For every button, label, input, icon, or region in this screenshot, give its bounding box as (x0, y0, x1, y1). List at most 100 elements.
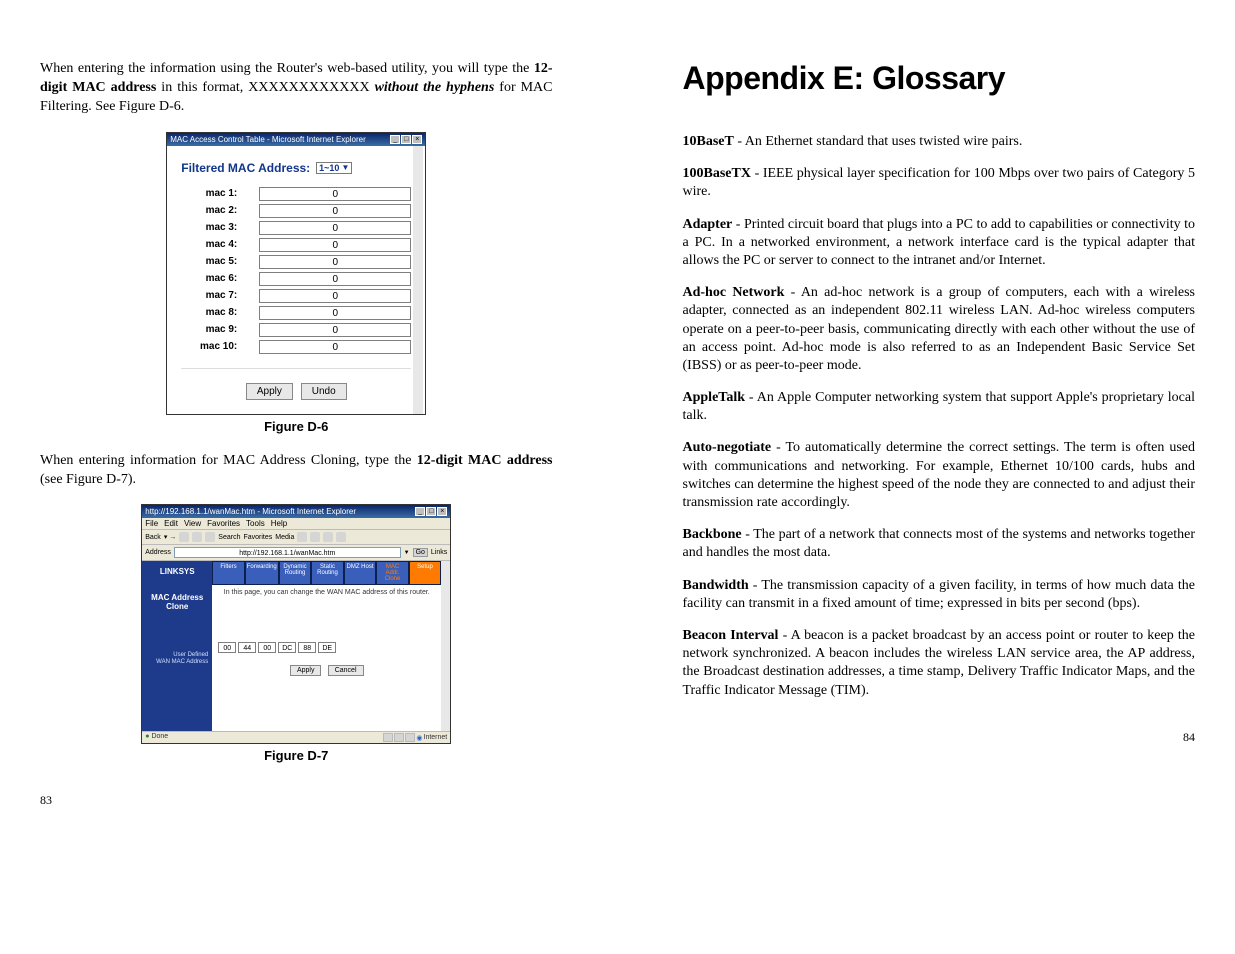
linksys-main: Filters Forwarding Dynamic Routing Stati… (212, 561, 441, 731)
mac-octet-input[interactable]: 44 (238, 642, 256, 653)
sidebar-sub2: WAN MAC Address (146, 659, 208, 666)
page-left: When entering the information using the … (40, 60, 563, 808)
go-button[interactable]: Go (413, 548, 428, 557)
menu-tools[interactable]: Tools (246, 519, 265, 528)
glossary-term: 10BaseT (683, 134, 734, 149)
mac-octet-input[interactable]: 00 (218, 642, 236, 653)
apply-button[interactable]: Apply (290, 665, 322, 676)
tab-filters[interactable]: Filters (212, 561, 245, 585)
tab-dynamic-routing[interactable]: Dynamic Routing (279, 561, 312, 585)
tab-static-routing[interactable]: Static Routing (311, 561, 344, 585)
ie7-addressbar: Address http://192.168.1.1/wanMac.htm ▼ … (142, 545, 450, 561)
ie-title-text: MAC Access Control Table - Microsoft Int… (170, 135, 365, 144)
page-description: In this page, you can change the WAN MAC… (212, 585, 441, 606)
figure-d7-wrap: http://192.168.1.1/wanMac.htm - Microsof… (40, 504, 553, 763)
mac-label: mac 3: (181, 222, 259, 233)
ie7-statusbar: ● Done ◉ Internet (142, 731, 450, 743)
tab-setup[interactable]: Setup (409, 561, 442, 585)
mac-row: mac 8:0 (181, 306, 411, 320)
ie7-window-controls: _ □ × (415, 507, 447, 516)
appendix-title: Appendix E: Glossary (683, 60, 1196, 97)
minimize-icon[interactable]: _ (390, 135, 400, 144)
menu-view[interactable]: View (184, 519, 201, 528)
media-button[interactable]: Media (275, 534, 294, 541)
glossary-entry: Bandwidth - The transmission capacity of… (683, 577, 1196, 613)
address-input[interactable]: http://192.168.1.1/wanMac.htm (174, 547, 401, 558)
status-done: ● Done (145, 733, 168, 742)
home-icon[interactable] (205, 532, 215, 542)
history-icon[interactable] (297, 532, 307, 542)
menu-help[interactable]: Help (271, 519, 287, 528)
mac-octet-input[interactable]: 00 (258, 642, 276, 653)
glossary-entry: 100BaseTX - IEEE physical layer specific… (683, 165, 1196, 201)
range-value: 1~10 (319, 163, 339, 173)
mac-octet-input[interactable]: DE (318, 642, 336, 653)
tab-forwarding[interactable]: Forwarding (245, 561, 279, 585)
glossary-entry: Ad-hoc Network - An ad-hoc network is a … (683, 284, 1196, 375)
para2-post: (see Figure D-7). (40, 472, 136, 487)
search-button[interactable]: Search (218, 534, 240, 541)
page-number-right: 84 (683, 730, 1196, 745)
ie7-menubar: File Edit View Favorites Tools Help (142, 518, 450, 530)
menu-favorites[interactable]: Favorites (207, 519, 240, 528)
mac-label: mac 9: (181, 324, 259, 335)
maximize-icon[interactable]: □ (401, 135, 411, 144)
mac-row: mac 4:0 (181, 238, 411, 252)
range-select[interactable]: 1~10 ▼ (316, 162, 352, 174)
intro-mid: in this format, XXXXXXXXXXXX (156, 80, 374, 95)
tab-dmz-host[interactable]: DMZ Host (344, 561, 377, 585)
glossary-entry: Adapter - Printed circuit board that plu… (683, 216, 1196, 271)
linksys-tabs: Filters Forwarding Dynamic Routing Stati… (212, 561, 441, 585)
links-label[interactable]: Links (431, 549, 447, 556)
edit-icon[interactable] (336, 532, 346, 542)
ie7-content: LINKSYS MAC Address Clone User Defined W… (142, 561, 450, 731)
mac-row: mac 5:0 (181, 255, 411, 269)
cancel-button[interactable]: Cancel (328, 665, 364, 676)
close-icon[interactable]: × (412, 135, 422, 144)
mac-row: mac 6:0 (181, 272, 411, 286)
glossary-term: Backbone (683, 527, 742, 542)
intro-text: When entering the information using the … (40, 61, 534, 76)
print-icon[interactable] (323, 532, 333, 542)
close-icon[interactable]: × (437, 507, 447, 516)
mac-input[interactable]: 0 (259, 204, 411, 218)
mac-input[interactable]: 0 (259, 323, 411, 337)
mac-row: mac 9:0 (181, 323, 411, 337)
refresh-icon[interactable] (192, 532, 202, 542)
back-button[interactable]: Back (145, 534, 161, 541)
internet-zone-icon: ◉ (416, 734, 422, 742)
mac-label: mac 5: (181, 256, 259, 267)
menu-file[interactable]: File (145, 519, 158, 528)
mac-input[interactable]: 0 (259, 272, 411, 286)
status-right: ◉ Internet (383, 733, 447, 742)
stop-icon[interactable] (179, 532, 189, 542)
ie7-titlebar: http://192.168.1.1/wanMac.htm - Microsof… (142, 505, 450, 518)
para2: When entering information for MAC Addres… (40, 452, 553, 490)
mac-input[interactable]: 0 (259, 340, 411, 354)
intro-paragraph: When entering the information using the … (40, 60, 553, 117)
mac-row: mac 3:0 (181, 221, 411, 235)
mac-octet-input[interactable]: 88 (298, 642, 316, 653)
mac-label: mac 1: (181, 188, 259, 199)
mac-input[interactable]: 0 (259, 306, 411, 320)
mail-icon[interactable] (310, 532, 320, 542)
favorites-button[interactable]: Favorites (243, 534, 272, 541)
mac-octet-input[interactable]: DC (278, 642, 296, 653)
mac-input[interactable]: 0 (259, 255, 411, 269)
mac-input[interactable]: 0 (259, 289, 411, 303)
mac-input[interactable]: 0 (259, 238, 411, 252)
minimize-icon[interactable]: _ (415, 507, 425, 516)
undo-button[interactable]: Undo (301, 383, 347, 400)
chevron-down-icon: ▼ (341, 163, 349, 172)
menu-edit[interactable]: Edit (164, 519, 178, 528)
maximize-icon[interactable]: □ (426, 507, 436, 516)
mac-row: mac 2:0 (181, 204, 411, 218)
glossary-def: - An Ethernet standard that uses twisted… (734, 134, 1022, 149)
tab-mac-clone[interactable]: MAC Addr. Clone (376, 561, 409, 585)
address-label: Address (145, 549, 171, 556)
sidebar-sub1: User Defined (146, 652, 208, 659)
apply-button[interactable]: Apply (246, 383, 293, 400)
mac-input[interactable]: 0 (259, 221, 411, 235)
mac-input[interactable]: 0 (259, 187, 411, 201)
para2-bold: 12-digit MAC address (417, 453, 553, 468)
